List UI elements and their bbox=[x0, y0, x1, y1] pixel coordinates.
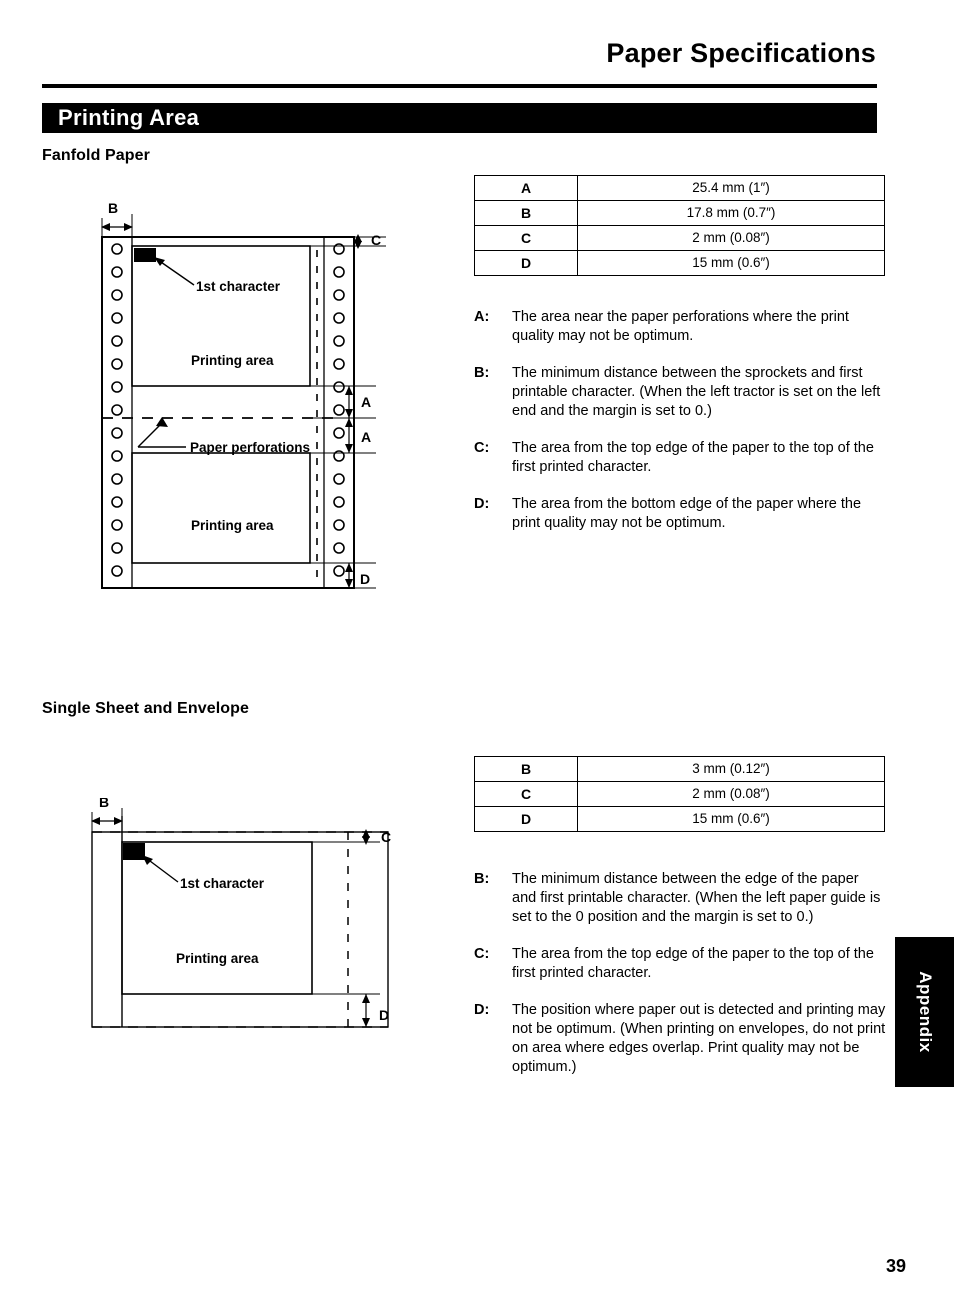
appendix-thumb-tab: Appendix bbox=[895, 937, 954, 1087]
spec-value: 17.8 mm (0.7″) bbox=[577, 200, 885, 226]
spec-key: C bbox=[474, 781, 578, 807]
spec-value: 15 mm (0.6″) bbox=[577, 250, 885, 276]
svg-text:D: D bbox=[379, 1007, 389, 1023]
spec-key: B bbox=[474, 756, 578, 782]
description-item: C: The area from the top edge of the pap… bbox=[474, 945, 886, 983]
single-sheet-description-list: B: The minimum distance between the edge… bbox=[474, 870, 886, 1095]
description-key: D: bbox=[474, 1002, 490, 1018]
description-key: D: bbox=[474, 496, 490, 512]
spec-key: A bbox=[474, 175, 578, 201]
description-item: B: The minimum distance between the spro… bbox=[474, 364, 886, 421]
description-text: The minimum distance between the edge of… bbox=[512, 871, 881, 925]
spec-key: C bbox=[474, 225, 578, 251]
description-key: C: bbox=[474, 440, 490, 456]
appendix-tab-label: Appendix bbox=[915, 971, 935, 1053]
section-banner-label: Printing Area bbox=[58, 105, 200, 130]
svg-text:C: C bbox=[371, 232, 381, 248]
fanfold-paper-heading: Fanfold Paper bbox=[42, 147, 150, 164]
spec-key: D bbox=[474, 250, 578, 276]
spec-value: 2 mm (0.08″) bbox=[577, 225, 885, 251]
fanfold-paper-diagram: C A A D B 1st character Printing area Pa… bbox=[86, 200, 406, 605]
fanfold-spec-table: A 25.4 mm (1″) B 17.8 mm (0.7″) C 2 mm (… bbox=[474, 175, 885, 276]
svg-text:1st character: 1st character bbox=[196, 279, 281, 294]
table-row: D 15 mm (0.6″) bbox=[474, 250, 885, 276]
svg-text:Printing area: Printing area bbox=[176, 951, 259, 966]
description-text: The minimum distance between the sprocke… bbox=[512, 365, 881, 419]
svg-text:Printing area: Printing area bbox=[191, 518, 274, 533]
description-key: C: bbox=[474, 946, 490, 962]
header-divider bbox=[42, 84, 877, 88]
svg-text:Printing area: Printing area bbox=[191, 353, 274, 368]
description-text: The area from the top edge of the paper … bbox=[512, 946, 874, 981]
spec-value: 3 mm (0.12″) bbox=[577, 756, 885, 782]
spec-key: B bbox=[474, 200, 578, 226]
description-key: A: bbox=[474, 309, 490, 325]
fanfold-description-list: A: The area near the paper perforations … bbox=[474, 308, 886, 551]
description-text: The area from the top edge of the paper … bbox=[512, 440, 874, 475]
spec-key: D bbox=[474, 806, 578, 832]
svg-text:B: B bbox=[108, 200, 118, 216]
single-sheet-spec-table: B 3 mm (0.12″) C 2 mm (0.08″) D 15 mm (0… bbox=[474, 756, 885, 832]
spec-value: 15 mm (0.6″) bbox=[577, 806, 885, 832]
description-text: The position where paper out is detected… bbox=[512, 1002, 886, 1075]
page-number: 39 bbox=[885, 1256, 906, 1276]
spec-value: 2 mm (0.08″) bbox=[577, 781, 885, 807]
description-item: A: The area near the paper perforations … bbox=[474, 308, 886, 346]
svg-text:A: A bbox=[361, 429, 371, 445]
page-title: Paper Specifications bbox=[606, 38, 876, 68]
single-sheet-diagram: C D B 1st character Printing area bbox=[80, 794, 420, 1063]
svg-text:1st character: 1st character bbox=[180, 876, 265, 891]
table-row: B 17.8 mm (0.7″) bbox=[474, 200, 885, 226]
table-row: D 15 mm (0.6″) bbox=[474, 806, 885, 832]
svg-text:D: D bbox=[360, 571, 370, 587]
description-item: C: The area from the top edge of the pap… bbox=[474, 439, 886, 477]
description-item: D: The area from the bottom edge of the … bbox=[474, 495, 886, 533]
table-row: A 25.4 mm (1″) bbox=[474, 175, 885, 201]
table-row: B 3 mm (0.12″) bbox=[474, 756, 885, 782]
description-text: The area from the bottom edge of the pap… bbox=[512, 496, 862, 531]
table-row: C 2 mm (0.08″) bbox=[474, 225, 885, 251]
description-item: B: The minimum distance between the edge… bbox=[474, 870, 886, 927]
svg-text:C: C bbox=[381, 829, 391, 845]
svg-text:Paper perforations: Paper perforations bbox=[190, 440, 310, 455]
description-text: The area near the paper perforations whe… bbox=[512, 309, 849, 344]
svg-text:A: A bbox=[361, 394, 371, 410]
description-key: B: bbox=[474, 365, 490, 381]
description-key: B: bbox=[474, 871, 490, 887]
table-row: C 2 mm (0.08″) bbox=[474, 781, 885, 807]
description-item: D: The position where paper out is detec… bbox=[474, 1001, 886, 1077]
spec-value: 25.4 mm (1″) bbox=[577, 175, 885, 201]
svg-text:B: B bbox=[99, 798, 109, 810]
single-sheet-heading: Single Sheet and Envelope bbox=[42, 700, 249, 717]
section-banner: Printing Area bbox=[42, 103, 877, 133]
